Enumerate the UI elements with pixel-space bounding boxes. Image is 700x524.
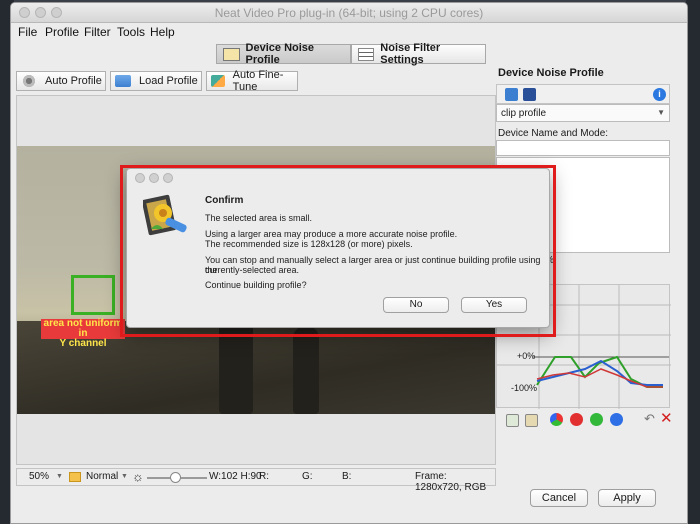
undo-icon[interactable]: ↶ xyxy=(644,411,655,427)
selection-size: W:102 H:90 xyxy=(209,471,262,482)
pixel-b: B: xyxy=(342,471,352,482)
folder-icon xyxy=(115,75,131,87)
device-name-input[interactable] xyxy=(496,140,670,156)
pixel-r: R: xyxy=(259,471,269,482)
chevron-down-icon: ▼ xyxy=(657,108,665,117)
profile-select[interactable]: clip profile ▼ xyxy=(496,104,670,122)
title-bar: Neat Video Pro plug-in (64-bit; using 2 … xyxy=(11,3,687,23)
load-profile-button[interactable]: Load Profile xyxy=(110,71,202,91)
cancel-button[interactable]: Cancel xyxy=(530,489,588,507)
profile-toolbar: i xyxy=(496,84,670,104)
auto-fine-tune-button[interactable]: Auto Fine-Tune xyxy=(206,69,298,93)
device-name-label: Device Name and Mode: xyxy=(498,128,609,139)
mode-tabs: Device Noise Profile Noise Filter Settin… xyxy=(216,42,486,66)
graph-top-label: +0% xyxy=(517,351,536,361)
tab-noise-filter-settings[interactable]: Noise Filter Settings xyxy=(350,42,486,66)
red-channel-icon[interactable] xyxy=(570,413,583,426)
reset-icon[interactable]: ✕ xyxy=(660,409,673,427)
brightness-icon: ☼ xyxy=(132,469,144,484)
blue-channel-icon[interactable] xyxy=(610,413,623,426)
filter-settings-icon xyxy=(357,47,375,61)
pixel-g: G: xyxy=(302,471,313,482)
graph-toolbar: ↶ ✕ xyxy=(496,409,673,431)
zoom-select[interactable]: 50% xyxy=(29,471,49,482)
status-bar: 50% ▼ Normal ▼ ☼ W:102 H:90 R: G: B: Fra… xyxy=(16,468,496,493)
host-app-right-panel xyxy=(686,0,700,524)
auto-profile-icon xyxy=(21,75,37,87)
brightness-slider-thumb[interactable] xyxy=(170,472,181,483)
save-profile-icon[interactable] xyxy=(523,88,536,101)
menu-profile[interactable]: Profile xyxy=(45,25,79,39)
chevron-down-icon: ▼ xyxy=(121,473,128,480)
graph-bottom-label: -100% xyxy=(511,383,538,393)
frame-info: Frame: 1280x720, RGB xyxy=(415,471,487,493)
highlight-frame xyxy=(120,165,556,337)
person-figure-right xyxy=(293,326,319,414)
green-channel-icon[interactable] xyxy=(590,413,603,426)
menu-tools[interactable]: Tools xyxy=(117,25,145,39)
noise-profile-icon xyxy=(223,47,240,61)
all-channels-icon[interactable] xyxy=(550,413,563,426)
panel-title: Device Noise Profile xyxy=(498,67,604,79)
menu-filter[interactable]: Filter xyxy=(84,25,111,39)
tab-device-noise-profile[interactable]: Device Noise Profile xyxy=(216,42,351,66)
menu-help[interactable]: Help xyxy=(150,25,175,39)
graph-chart-icon[interactable] xyxy=(525,414,538,427)
window-title: Neat Video Pro plug-in (64-bit; using 2 … xyxy=(214,6,484,20)
view-mode-icon xyxy=(69,472,81,482)
auto-profile-button[interactable]: Auto Profile xyxy=(16,71,106,91)
info-icon[interactable]: i xyxy=(653,88,666,101)
view-mode-select[interactable]: Normal xyxy=(86,471,118,482)
graph-view-icon[interactable] xyxy=(506,414,519,427)
chevron-down-icon: ▼ xyxy=(56,473,63,480)
open-profile-icon[interactable] xyxy=(505,88,518,101)
menu-file[interactable]: File xyxy=(18,25,37,39)
uniformity-warning-label: area not uniform in Y channel xyxy=(41,319,125,349)
selection-rectangle[interactable] xyxy=(71,275,115,315)
fine-tune-icon xyxy=(211,75,225,87)
apply-button[interactable]: Apply xyxy=(598,489,656,507)
menu-bar: File Profile Filter Tools Help xyxy=(11,23,687,43)
